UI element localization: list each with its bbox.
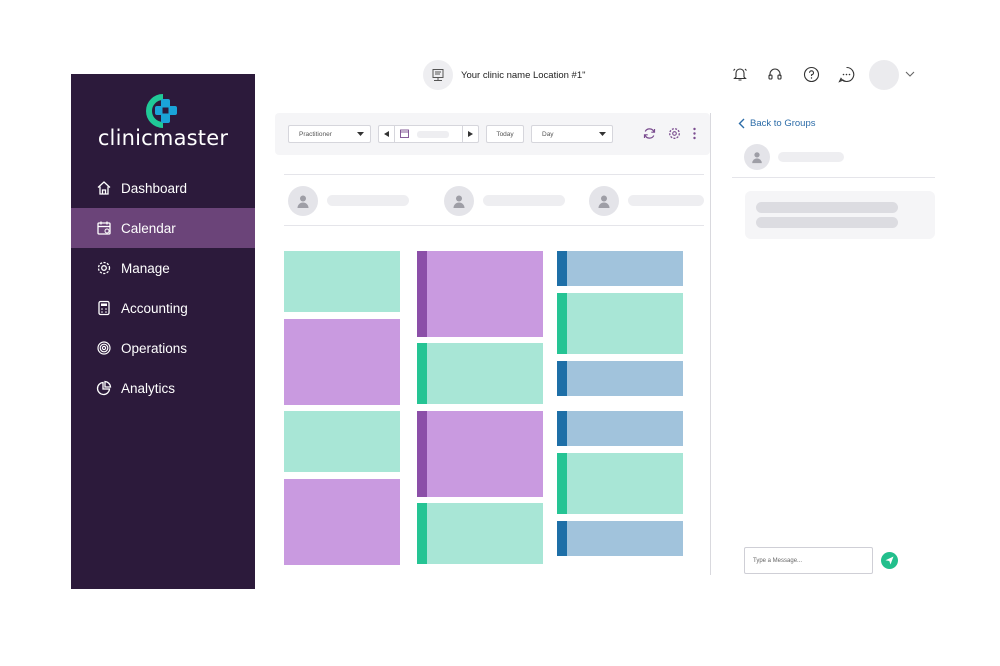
avatar[interactable] [869, 60, 899, 90]
brand-name: clinicmaster [97, 126, 229, 150]
practitioner-name-placeholder [628, 195, 704, 206]
appointment-block[interactable] [284, 411, 400, 472]
back-to-groups-label: Back to Groups [750, 118, 816, 129]
sidebar-item-dashboard[interactable]: Dashboard [71, 168, 255, 208]
group-name-placeholder [778, 152, 844, 162]
appointment-block[interactable] [557, 251, 683, 286]
prev-arrow-icon[interactable] [379, 126, 395, 142]
message-input[interactable]: Type a Message... [744, 547, 873, 574]
sidebar-item-label: Dashboard [121, 180, 188, 196]
appointment-block[interactable] [417, 411, 543, 497]
clinic-name: Your clinic name Location #1" [461, 69, 586, 81]
practitioner-avatar [589, 186, 619, 216]
message-input-placeholder: Type a Message... [753, 557, 803, 564]
sidebar-item-analytics[interactable]: Analytics [71, 368, 255, 408]
refresh-icon[interactable] [643, 127, 656, 145]
sidebar-item-label: Analytics [121, 380, 176, 396]
clinic-location-selector[interactable]: Your clinic name Location #1" [423, 60, 586, 90]
sidebar-item-label: Manage [121, 260, 170, 276]
message-placeholder-line [756, 202, 898, 213]
calendar-icon [95, 219, 113, 237]
divider [284, 174, 704, 175]
sidebar-item-calendar[interactable]: Calendar [71, 208, 255, 248]
chat-panel-divider [710, 113, 711, 575]
view-label: Day [542, 130, 554, 138]
send-icon [885, 556, 894, 565]
practitioner-label: Practitioner [299, 130, 332, 138]
appointment-block[interactable] [417, 251, 543, 337]
clinic-icon [423, 60, 453, 90]
appointment-accent-bar [417, 411, 427, 497]
appointment-block[interactable] [557, 453, 683, 514]
home-icon [95, 179, 113, 197]
appointment-block[interactable] [284, 479, 400, 565]
sidebar: clinicmaster Dashboard Calendar Manage A… [71, 74, 255, 589]
help-icon[interactable] [801, 64, 821, 84]
send-button[interactable] [881, 552, 898, 569]
divider [284, 225, 704, 226]
appointment-block[interactable] [284, 251, 400, 312]
practitioner-avatar [288, 186, 318, 216]
appointment-block[interactable] [557, 293, 683, 354]
next-arrow-icon[interactable] [462, 126, 478, 142]
appointment-accent-bar [557, 361, 567, 396]
appointment-accent-bar [417, 343, 427, 404]
message-placeholder-line [756, 217, 898, 228]
calculator-icon [95, 299, 113, 317]
sidebar-item-label: Calendar [121, 220, 176, 236]
practitioner-select[interactable]: Practitioner [288, 125, 371, 143]
sidebar-item-label: Operations [121, 340, 188, 356]
appointment-accent-bar [417, 503, 427, 564]
appointment-accent-bar [557, 411, 567, 446]
appointment-block[interactable] [557, 521, 683, 556]
chat-icon[interactable] [836, 64, 856, 84]
caret-down-icon [599, 131, 606, 139]
divider [732, 177, 935, 178]
practitioner-name-placeholder [327, 195, 409, 206]
appointment-block[interactable] [417, 343, 543, 404]
gear-icon [95, 259, 113, 277]
chevron-down-icon[interactable] [900, 64, 920, 84]
appointment-block[interactable] [417, 503, 543, 564]
sidebar-item-operations[interactable]: Operations [71, 328, 255, 368]
operations-icon [95, 339, 113, 357]
chevron-left-icon [738, 118, 745, 129]
group-avatar [744, 144, 770, 170]
clinicmaster-logo-icon [144, 94, 182, 128]
today-label: Today [496, 130, 514, 138]
sidebar-item-accounting[interactable]: Accounting [71, 288, 255, 328]
practitioner-name-placeholder [483, 195, 565, 206]
view-select[interactable]: Day [531, 125, 613, 143]
appointment-block[interactable] [557, 411, 683, 446]
back-to-groups-link[interactable]: Back to Groups [738, 118, 815, 129]
settings-icon[interactable] [668, 127, 681, 145]
appointment-accent-bar [557, 521, 567, 556]
calendar-small-icon[interactable] [400, 129, 409, 140]
date-placeholder [417, 130, 449, 138]
sidebar-item-manage[interactable]: Manage [71, 248, 255, 288]
practitioner-avatar [444, 186, 474, 216]
caret-down-icon [357, 131, 364, 139]
calendar-toolbar: Practitioner Today Day [275, 113, 710, 155]
appointment-accent-bar [417, 251, 427, 337]
more-vertical-icon[interactable] [692, 127, 697, 145]
appointment-accent-bar [557, 293, 567, 354]
pie-chart-icon [95, 379, 113, 397]
date-navigator [378, 125, 479, 143]
appointment-accent-bar [557, 251, 567, 286]
appointment-block[interactable] [284, 319, 400, 405]
today-button[interactable]: Today [486, 125, 524, 143]
appointment-accent-bar [557, 453, 567, 514]
appointment-block[interactable] [557, 361, 683, 396]
bell-icon[interactable] [730, 64, 750, 84]
sidebar-item-label: Accounting [121, 300, 188, 316]
headset-icon[interactable] [765, 64, 785, 84]
message-bubble [745, 191, 935, 239]
